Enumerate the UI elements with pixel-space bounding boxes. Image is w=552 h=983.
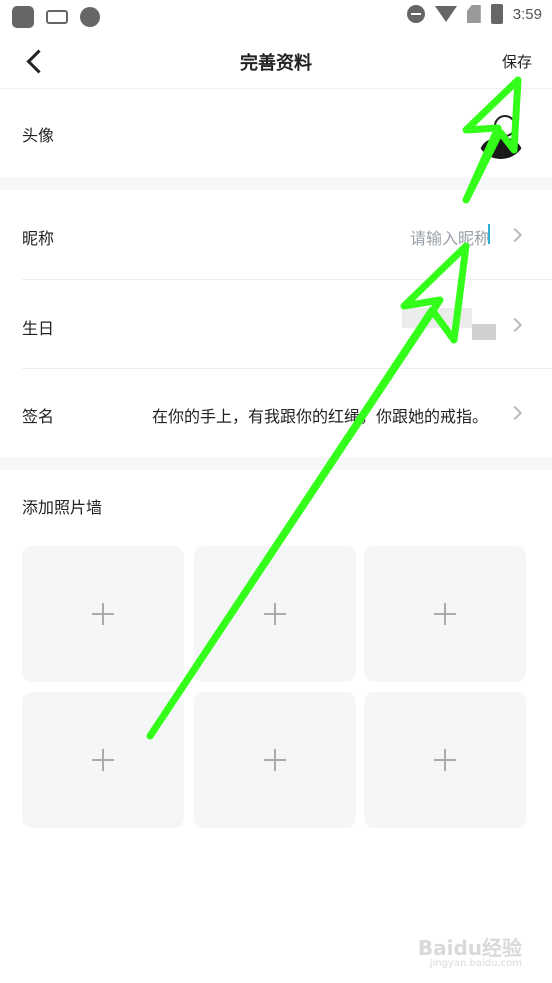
- do-not-disturb-icon: [406, 5, 425, 23]
- chevron-right-icon: [507, 405, 523, 421]
- watermark-sub: jingyan.baidu.com: [429, 958, 522, 969]
- add-photo-slot[interactable]: [194, 546, 356, 682]
- plus-icon: [92, 749, 114, 771]
- section-gap: [0, 177, 552, 190]
- birthday-label: 生日: [22, 319, 55, 338]
- add-photo-slot[interactable]: [364, 546, 526, 682]
- nickname-label: 昵称: [22, 229, 55, 248]
- status-bar: 3:59: [0, 0, 552, 34]
- nickname-input[interactable]: 请输入昵称: [410, 225, 490, 249]
- photo-wall-title: 添加照片墙: [22, 498, 103, 517]
- chevron-right-icon: [507, 227, 523, 243]
- app-notification-icon: [12, 6, 34, 28]
- sync-icon: [80, 7, 100, 27]
- status-time: 3:59: [512, 5, 542, 23]
- nickname-row[interactable]: 昵称 请输入昵称: [0, 190, 552, 279]
- add-photo-slot[interactable]: [194, 692, 356, 828]
- signature-value: 在你的手上，有我跟你的红绳，你跟她的戒指。: [151, 407, 488, 426]
- plus-icon: [92, 603, 114, 625]
- no-sim-icon: [466, 5, 481, 23]
- avatar-label: 头像: [22, 126, 55, 145]
- chevron-right-icon: [507, 317, 523, 333]
- battery-charging-icon: [490, 4, 503, 24]
- add-photo-slot[interactable]: [22, 546, 184, 682]
- signature-label: 签名: [22, 407, 55, 426]
- plus-icon: [264, 603, 286, 625]
- section-gap: [0, 457, 552, 470]
- keyboard-icon: [46, 10, 68, 24]
- add-photo-slot[interactable]: [364, 692, 526, 828]
- watermark: Baidu经验: [417, 936, 522, 960]
- avatar-row[interactable]: 头像: [0, 89, 552, 177]
- signature-row[interactable]: 签名 在你的手上，有我跟你的红绳，你跟她的戒指。: [0, 369, 552, 457]
- save-button[interactable]: 保存: [502, 51, 532, 72]
- add-photo-slot[interactable]: [22, 692, 184, 828]
- text-cursor: [488, 224, 490, 244]
- birthday-value-obscured: [472, 324, 496, 340]
- plus-icon: [434, 749, 456, 771]
- birthday-value-obscured: [402, 308, 472, 328]
- avatar-body-shape: [480, 137, 522, 159]
- page-title: 完善资料: [240, 53, 312, 74]
- plus-icon: [264, 749, 286, 771]
- wifi-icon: [434, 6, 457, 22]
- avatar[interactable]: [476, 109, 526, 159]
- plus-icon: [434, 603, 456, 625]
- top-nav-bar: 完善资料 保存: [0, 34, 552, 89]
- birthday-row[interactable]: 生日: [0, 280, 552, 368]
- avatar-head-shape: [494, 115, 516, 137]
